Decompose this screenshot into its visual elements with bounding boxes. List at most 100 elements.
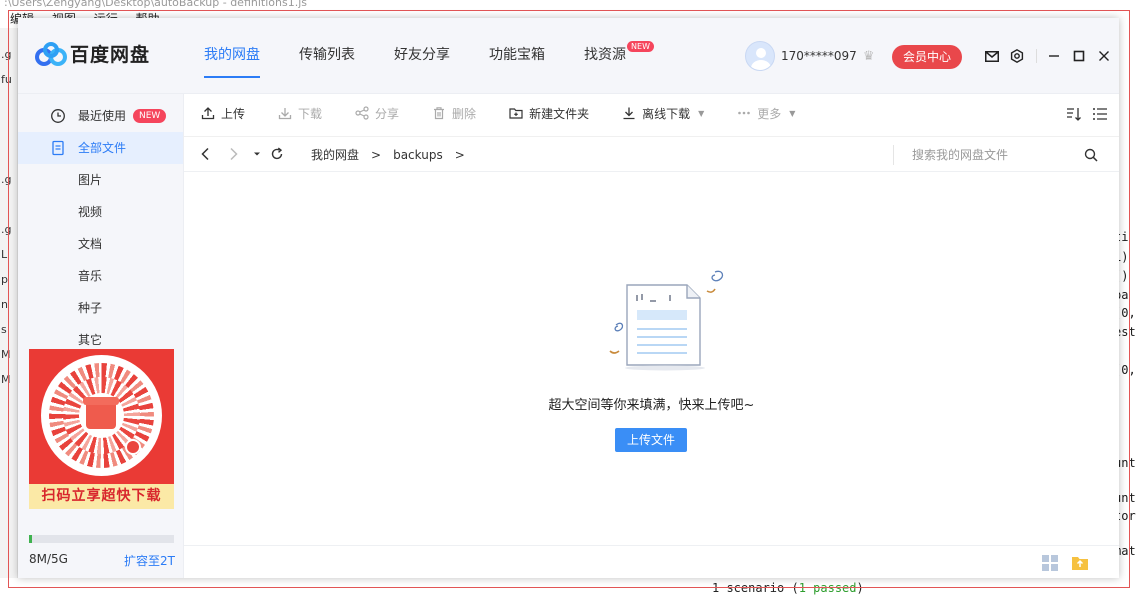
upload-file-button[interactable]: 上传文件 xyxy=(615,428,687,452)
terminal-prefix: 1 scenario ( xyxy=(712,581,799,595)
terminal-passed: 1 passed xyxy=(798,581,857,595)
background-explorer-item xyxy=(0,142,17,167)
download-label: 下载 xyxy=(298,106,323,121)
background-code-line: () xyxy=(1118,269,1129,283)
breadcrumb-item[interactable]: 我的网盘 xyxy=(311,137,359,173)
mini-program-icon xyxy=(125,439,141,455)
transfer-icon[interactable] xyxy=(1071,554,1089,572)
more-icon xyxy=(737,106,751,120)
sidebar-item-music[interactable]: 音乐 xyxy=(18,260,183,292)
more-label: 更多 xyxy=(757,106,782,121)
separator xyxy=(1036,49,1037,63)
share-icon xyxy=(355,106,369,120)
share-button[interactable]: 分享 xyxy=(355,105,399,122)
background-explorer-item: p xyxy=(1,273,8,286)
clock-icon xyxy=(51,109,65,123)
delete-button[interactable]: 删除 xyxy=(432,105,476,122)
storage-progress-fill xyxy=(29,535,32,543)
chevron-down-icon: ▼ xyxy=(789,108,796,118)
background-code-line: est xyxy=(1118,325,1136,339)
sidebar: 最近使用 NEW 全部文件 图片 视频 文档 音乐 种子 其它 扫码立享超快下载… xyxy=(18,94,184,578)
sidebar-item-label: 文档 xyxy=(78,237,103,251)
download-icon xyxy=(278,106,292,120)
settings-icon[interactable] xyxy=(1007,46,1027,66)
sidebar-item-label: 视频 xyxy=(78,205,103,219)
promo-banner[interactable]: 扫码立享超快下载 xyxy=(29,349,174,509)
search-icon[interactable] xyxy=(1084,148,1098,162)
upload-button[interactable]: 上传 xyxy=(201,105,245,122)
sidebar-item-label: 全部文件 xyxy=(78,141,127,155)
window-controls xyxy=(982,46,1119,66)
background-window-title: :\Users\Zengyang\Desktop\autoBackup - de… xyxy=(0,0,1138,10)
user-info[interactable]: 170*****097 ♛ xyxy=(745,41,874,71)
sidebar-item-label: 图片 xyxy=(78,173,103,187)
trash-icon xyxy=(432,106,446,120)
tab-transfer-list[interactable]: 传输列表 xyxy=(299,18,355,94)
mail-icon[interactable] xyxy=(982,46,1002,66)
new-badge: NEW xyxy=(133,109,167,123)
maximize-icon[interactable] xyxy=(1069,46,1089,66)
search-input[interactable] xyxy=(912,147,1062,163)
background-explorer-item: s xyxy=(1,323,7,336)
background-explorer-item: fu xyxy=(1,73,12,86)
back-icon[interactable] xyxy=(199,147,213,161)
sidebar-item-label: 其它 xyxy=(78,333,103,347)
expand-storage-link[interactable]: 扩容至2T xyxy=(124,552,175,569)
background-code-line: (0, xyxy=(1118,363,1136,377)
title-bar: 百度网盘 我的网盘 传输列表 好友分享 功能宝箱 找资源 NEW 170****… xyxy=(18,18,1119,94)
background-code-line: (0, xyxy=(1118,306,1136,320)
forward-icon[interactable] xyxy=(226,147,240,161)
breadcrumb-item[interactable]: backups xyxy=(393,137,443,173)
background-code-line: ti xyxy=(1118,230,1129,244)
refresh-icon[interactable] xyxy=(270,147,284,161)
background-explorer: .g fu .g .g L p n s M M xyxy=(0,28,18,598)
sidebar-item-torrents[interactable]: 种子 xyxy=(18,292,183,324)
sidebar-item-images[interactable]: 图片 xyxy=(18,164,183,196)
sidebar-item-label: 种子 xyxy=(78,301,103,315)
sidebar-item-videos[interactable]: 视频 xyxy=(18,196,183,228)
tab-toolbox[interactable]: 功能宝箱 xyxy=(489,18,545,94)
delete-label: 删除 xyxy=(452,106,477,121)
sidebar-item-label: 音乐 xyxy=(78,269,103,283)
share-label: 分享 xyxy=(375,106,400,121)
breadcrumb-separator-icon: > xyxy=(371,148,382,162)
empty-message: 超大空间等你来填满，快来上传吧~ xyxy=(548,398,755,413)
background-explorer-item: .g xyxy=(1,48,12,61)
history-dropdown-icon[interactable] xyxy=(252,147,262,161)
background-explorer-item xyxy=(0,92,17,117)
background-code-line: mat xyxy=(1118,544,1136,558)
sidebar-item-label: 最近使用 xyxy=(78,109,127,123)
grid-view-icon[interactable] xyxy=(1041,554,1059,572)
tab-find-resources-label: 找资源 xyxy=(584,47,626,63)
background-code: ti 1) () pa (0, est (0, unt unt tor mat xyxy=(1118,28,1138,598)
background-explorer-item: .g xyxy=(1,173,12,186)
file-list-empty-state: 超大空间等你来填满，快来上传吧~ 上传文件 xyxy=(184,173,1119,543)
more-button[interactable]: 更多 ▼ xyxy=(737,105,795,122)
address-bar: 我的网盘 > backups > xyxy=(184,136,1119,172)
new-folder-button[interactable]: 新建文件夹 xyxy=(509,105,589,122)
tab-find-resources[interactable]: 找资源 NEW xyxy=(584,18,654,94)
tab-friend-share[interactable]: 好友分享 xyxy=(394,18,450,94)
chevron-down-icon: ▼ xyxy=(698,108,705,118)
sidebar-item-documents[interactable]: 文档 xyxy=(18,228,183,260)
background-code-line: tor xyxy=(1118,509,1136,523)
vip-center-button[interactable]: 会员中心 xyxy=(892,45,962,69)
storage-used: 8M/5G xyxy=(29,552,68,566)
sort-icon[interactable] xyxy=(1066,106,1082,122)
main-nav: 我的网盘 传输列表 好友分享 功能宝箱 找资源 NEW xyxy=(204,18,665,94)
background-explorer-item: L xyxy=(1,248,8,261)
app-name: 百度网盘 xyxy=(70,44,151,66)
download-button[interactable]: 下载 xyxy=(278,105,322,122)
offline-download-label: 离线下载 xyxy=(642,106,691,121)
offline-download-button[interactable]: 离线下载 ▼ xyxy=(622,105,704,122)
close-icon[interactable] xyxy=(1094,46,1114,66)
user-name[interactable]: 170*****097 xyxy=(781,49,857,63)
avatar[interactable] xyxy=(745,41,775,71)
sidebar-item-all-files[interactable]: 全部文件 xyxy=(18,132,183,164)
tab-my-disk[interactable]: 我的网盘 xyxy=(204,18,260,94)
sidebar-item-recent[interactable]: 最近使用 NEW xyxy=(18,100,183,132)
list-view-icon[interactable] xyxy=(1092,106,1108,122)
minimize-icon[interactable] xyxy=(1044,46,1064,66)
breadcrumb-separator-icon[interactable]: > xyxy=(455,137,465,173)
terminal-suffix: ) xyxy=(856,581,864,595)
